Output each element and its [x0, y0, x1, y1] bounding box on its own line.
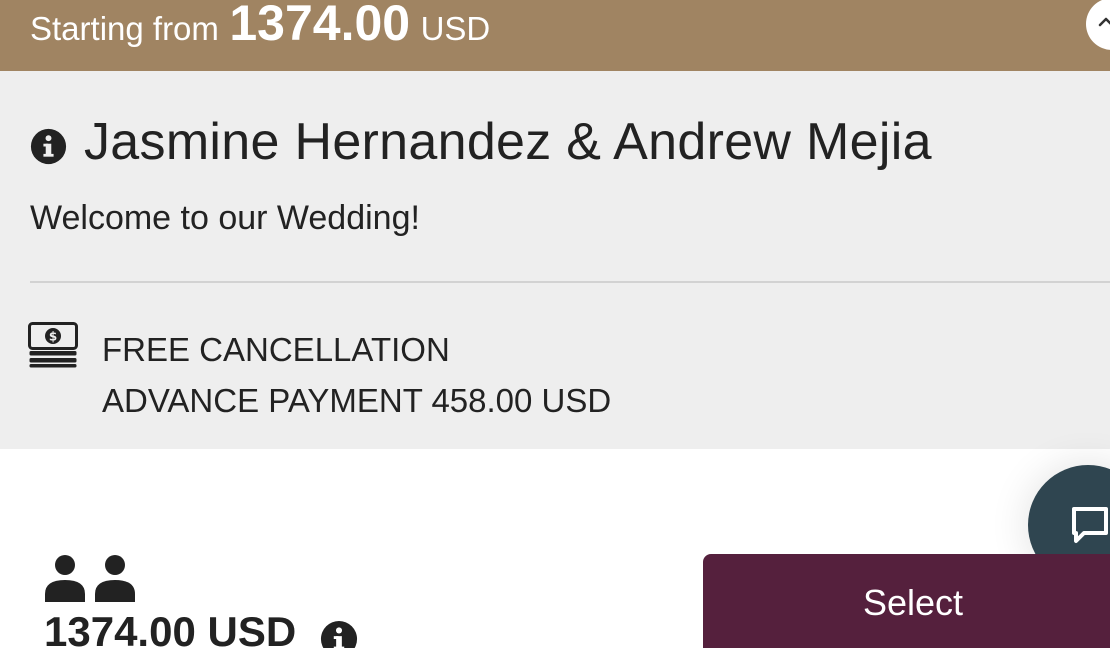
info-icon[interactable] [30, 128, 67, 165]
starting-price-currency: USD [420, 10, 491, 47]
page: Starting from 1374.00 USD Jasmine Hernan… [0, 0, 1110, 648]
room-price: 1374.00 USD [44, 608, 297, 648]
advance-payment-label: ADVANCE PAYMENT 458.00 USD [102, 382, 612, 419]
money-stack-icon: $ [28, 322, 78, 368]
listing-info-panel: Jasmine Hernandez & Andrew Mejia Welcome… [0, 71, 1110, 449]
starting-price-amount: 1374.00 [229, 0, 411, 51]
price-banner: Starting from 1374.00 USD [0, 0, 1110, 71]
policy-text: FREE CANCELLATION ADVANCE PAYMENT 458.00… [102, 324, 611, 426]
collapse-button[interactable] [1086, 0, 1110, 50]
listing-title: Jasmine Hernandez & Andrew Mejia [84, 113, 932, 171]
starting-from-label: Starting from [30, 10, 219, 47]
two-persons-icon [45, 555, 135, 602]
starting-price: Starting from 1374.00 USD [30, 0, 490, 52]
welcome-text: Welcome to our Wedding! [30, 199, 420, 237]
select-button-label: Select [863, 582, 964, 623]
svg-text:$: $ [49, 330, 57, 344]
select-button[interactable]: Select [703, 554, 1110, 648]
chevron-up-icon [1098, 17, 1110, 27]
free-cancellation-label: FREE CANCELLATION [102, 331, 450, 368]
price-info-icon[interactable] [320, 620, 358, 648]
chat-icon [1072, 507, 1108, 543]
divider [30, 281, 1110, 283]
